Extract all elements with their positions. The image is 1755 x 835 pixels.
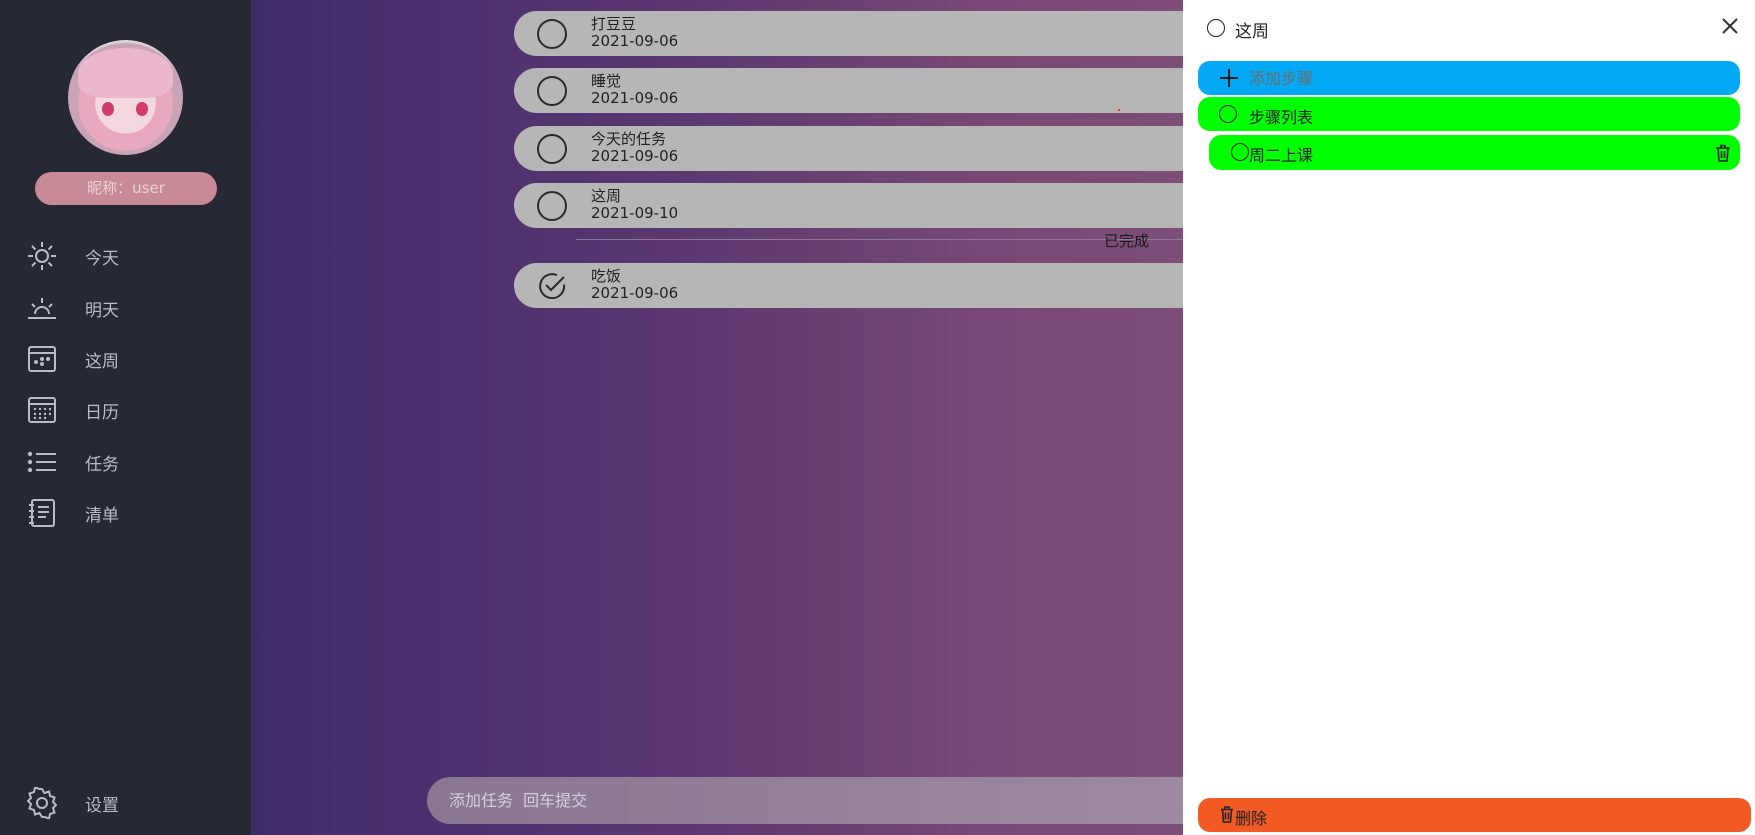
- sidebar-item-settings[interactable]: 设置: [0, 780, 251, 826]
- task-date: 2021-09-06: [591, 147, 679, 165]
- task-complete-toggle[interactable]: [537, 134, 567, 164]
- step-label: 周二上课: [1249, 146, 1314, 165]
- sidebar-item-today[interactable]: 今天: [0, 233, 251, 279]
- sidebar: 昵称：user 今天 明天 这周 日历 任务 清单 设置: [0, 0, 251, 835]
- task-item[interactable]: 睡觉 2021-09-06: [514, 68, 1183, 113]
- task-date: 2021-09-06: [591, 89, 679, 107]
- task-complete-toggle[interactable]: [1207, 19, 1225, 37]
- sidebar-item-calendar[interactable]: 日历: [0, 387, 251, 433]
- avatar-eye: [102, 102, 114, 116]
- sidebar-item-label: 任务: [85, 454, 119, 475]
- task-detail-panel: 这周 步骤列表 周二上课 删除: [1183, 0, 1755, 835]
- sidebar-item-label: 这周: [85, 351, 119, 372]
- completed-divider: [576, 239, 1183, 240]
- delete-button[interactable]: 删除: [1198, 798, 1751, 832]
- task-item[interactable]: 今天的任务 2021-09-06: [514, 126, 1183, 171]
- red-dot-mark: [1118, 109, 1120, 111]
- add-task-input[interactable]: [449, 777, 1149, 824]
- task-date: 2021-09-06: [591, 284, 679, 302]
- task-name: 今天的任务: [591, 130, 667, 148]
- sidebar-item-label: 清单: [85, 505, 119, 526]
- sidebar-item-label: 日历: [85, 402, 119, 423]
- week-calendar-icon: [26, 343, 58, 375]
- sunrise-icon: [26, 292, 58, 324]
- step-list-header: 步骤列表: [1198, 97, 1740, 131]
- gear-icon: [26, 786, 58, 820]
- task-date: 2021-09-10: [591, 204, 679, 222]
- step-item[interactable]: 周二上课: [1209, 135, 1740, 170]
- completed-label: 已完成: [1104, 232, 1150, 250]
- step-list-label: 步骤列表: [1249, 108, 1314, 127]
- list-icon: [26, 446, 58, 478]
- plus-icon[interactable]: [1218, 67, 1240, 89]
- delete-label: 删除: [1235, 809, 1268, 828]
- close-icon[interactable]: [1718, 14, 1742, 38]
- nickname-badge[interactable]: 昵称：user: [35, 172, 217, 205]
- task-name: 睡觉: [591, 72, 622, 90]
- sidebar-item-lists[interactable]: 清单: [0, 490, 251, 536]
- task-name: 这周: [591, 187, 622, 205]
- task-complete-toggle[interactable]: [537, 19, 567, 49]
- trash-icon[interactable]: [1715, 144, 1731, 162]
- sidebar-item-tomorrow[interactable]: 明天: [0, 285, 251, 331]
- panel-header: 这周: [1183, 0, 1755, 56]
- step-complete-toggle[interactable]: [1231, 143, 1249, 161]
- sidebar-item-week[interactable]: 这周: [0, 336, 251, 382]
- avatar-eye: [136, 102, 148, 116]
- task-complete-toggle[interactable]: [537, 76, 567, 106]
- sun-icon: [26, 240, 58, 272]
- sidebar-item-tasks[interactable]: 任务: [0, 439, 251, 485]
- task-area: 打豆豆 2021-09-06 睡觉 2021-09-06 今天的任务 2021-…: [251, 0, 1183, 835]
- circle-icon: [1219, 105, 1237, 123]
- task-complete-toggle[interactable]: [537, 191, 567, 221]
- add-task-bar[interactable]: [427, 777, 1183, 824]
- sidebar-item-label: 明天: [85, 300, 119, 321]
- avatar-hair: [78, 48, 173, 98]
- sidebar-item-label: 今天: [85, 248, 119, 269]
- add-step-bar[interactable]: [1198, 61, 1740, 95]
- panel-title: 这周: [1235, 22, 1269, 42]
- add-step-input[interactable]: [1249, 61, 1719, 95]
- task-item[interactable]: 打豆豆 2021-09-06: [514, 11, 1183, 56]
- task-date: 2021-09-06: [591, 32, 679, 50]
- avatar[interactable]: [68, 40, 183, 155]
- checkmark-circle-icon[interactable]: [537, 271, 567, 301]
- completed-task-item[interactable]: 吃饭 2021-09-06: [514, 263, 1183, 308]
- task-name: 打豆豆: [591, 15, 637, 33]
- calendar-grid-icon: [26, 394, 58, 426]
- task-name: 吃饭: [591, 267, 622, 285]
- trash-icon: [1221, 806, 1233, 823]
- task-item[interactable]: 这周 2021-09-10: [514, 183, 1183, 228]
- sidebar-item-label: 设置: [85, 795, 119, 816]
- notebook-icon: [26, 497, 58, 529]
